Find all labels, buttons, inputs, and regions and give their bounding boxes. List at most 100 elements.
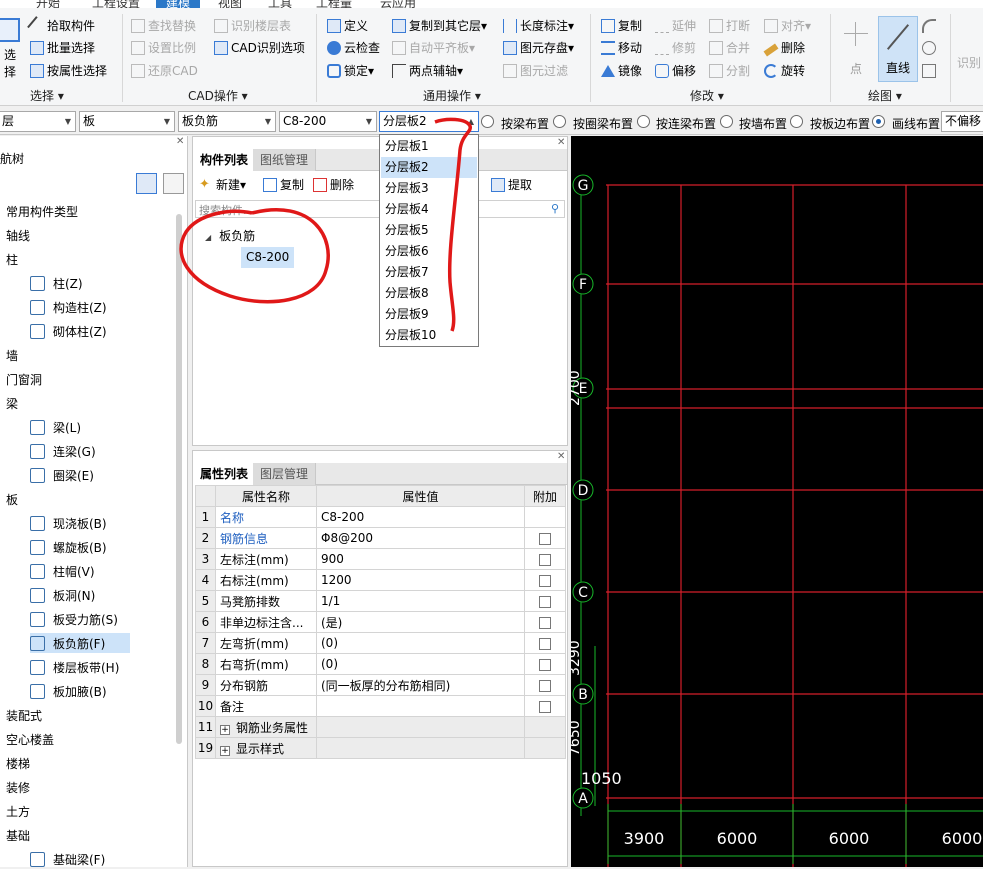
nav-item[interactable]: 圈梁(E) [30,465,130,485]
arc-draw-button[interactable] [922,16,939,36]
expand-icon[interactable]: + [220,745,230,756]
cad-drawing[interactable]: GFEDCBA3900 6000 6000 60002700765032901050 [571,136,983,867]
menu-view[interactable]: 视图 [218,0,242,8]
radio-by-slab-edge[interactable] [790,115,803,128]
table-row[interactable]: 10 备注 [195,695,566,717]
delete-component-button[interactable]: 删除 [313,175,354,195]
auto-level-slab-button[interactable]: 自动平齐板 ▾ [392,38,475,58]
rectangle-draw-button[interactable] [922,61,939,81]
drawing-canvas[interactable]: G F E D C B A 3900 6000 6000 6000 2700 7650 3290 1050 [571,136,983,867]
element-save-button[interactable]: 图元存盘 ▾ [503,38,574,58]
close-icon[interactable]: ✕ [557,137,565,148]
offset-button[interactable]: 偏移 [655,61,696,81]
property-value[interactable]: (同一板厚的分布筋相同) [316,674,525,696]
radio-by-beam[interactable] [481,115,494,128]
menu-start[interactable]: 开始 [36,0,60,8]
extra-checkbox[interactable] [539,595,551,608]
property-value[interactable]: (0) [316,653,525,675]
extra-checkbox[interactable] [539,532,551,545]
property-value[interactable]: (是) [316,611,525,633]
menu-modeling[interactable]: 建模 [156,0,201,8]
menu-quantity[interactable]: 工程量 [316,0,352,8]
new-component-button[interactable]: ✦ 新建 ▾ [199,175,246,195]
select-big-button[interactable]: 选择 [0,18,20,79]
tree-node-c8-200[interactable]: C8-200 [241,247,295,268]
table-row[interactable]: 2 钢筋信息 Φ8@200 [195,527,566,549]
lock-button[interactable]: 锁定 ▾ [327,61,374,81]
table-row[interactable]: 4 右标注(mm) 1200 [195,569,566,591]
expand-icon[interactable]: + [220,724,230,735]
menu-cloud[interactable]: 云应用 [380,0,416,8]
list-view-icon[interactable] [136,173,157,194]
table-row[interactable]: 11 + 钢筋业务属性 [195,716,566,738]
find-replace-button[interactable]: 查找替换 [131,16,196,36]
delete-button[interactable]: 删除 [763,38,805,58]
nav-category[interactable]: 装修 [6,779,30,796]
extend-button[interactable]: 延伸 [655,16,696,36]
radio-by-ring-beam[interactable] [553,115,566,128]
menu-tools[interactable]: 工具 [268,0,292,8]
recognize-floor-table-button[interactable]: 识别楼层表 [214,16,291,36]
nav-category[interactable]: 楼梯 [6,755,30,772]
dropdown-option[interactable]: 分层板1 [381,136,477,157]
floor-combo[interactable]: 层 ▼ [0,111,76,132]
extra-checkbox[interactable] [539,574,551,587]
property-value[interactable]: (0) [316,632,525,654]
table-row[interactable]: 9 分布钢筋 (同一板厚的分布筋相同) [195,674,566,696]
collapse-icon[interactable]: ◢ [205,233,211,242]
set-scale-button[interactable]: 设置比例 [131,38,196,58]
length-dimension-button[interactable]: 长度标注 ▾ [503,16,574,36]
table-row[interactable]: 8 右弯折(mm) (0) [195,653,566,675]
rotate-button[interactable]: 旋转 [764,61,805,81]
extra-checkbox[interactable] [539,658,551,671]
dropdown-option[interactable]: 分层板8 [381,283,477,304]
table-row[interactable]: 7 左弯折(mm) (0) [195,632,566,654]
two-point-aux-axis-button[interactable]: 两点辅轴 ▾ [392,61,463,81]
dropdown-option[interactable]: 分层板9 [381,304,477,325]
nav-category[interactable]: 轴线 [6,227,30,244]
copy-component-button[interactable]: 复制 [263,175,304,195]
table-row[interactable]: 6 非单边标注含... (是) [195,611,566,633]
nav-item[interactable]: 柱帽(V) [30,561,130,581]
trim-button[interactable]: 修剪 [655,38,696,58]
circle-draw-button[interactable] [922,38,939,58]
tab-property-list[interactable]: 属性列表 [193,463,257,485]
split-button[interactable]: 分割 [709,61,750,81]
nav-category[interactable]: 板 [6,491,18,508]
radio-draw-line[interactable] [872,115,885,128]
cloud-check-button[interactable]: 云检查 [327,38,380,58]
card-view-icon[interactable] [163,173,184,194]
extra-checkbox[interactable] [539,679,551,692]
type-combo[interactable]: 板负筋 ▼ [178,111,276,132]
property-value[interactable]: 900 [316,548,525,570]
menu-project-settings[interactable]: 工程设置 [92,0,140,8]
tab-component-list[interactable]: 构件列表 [193,149,257,171]
nav-item[interactable]: 构造柱(Z) [30,297,130,317]
close-icon[interactable]: ✕ [176,136,184,147]
nav-item[interactable]: 砌体柱(Z) [30,321,130,341]
extra-checkbox[interactable] [539,637,551,650]
tree-node-slab-negative-rebar[interactable]: ◢ 板负筋 [205,227,255,244]
dropdown-option[interactable]: 分层板5 [381,220,477,241]
nav-category[interactable]: 土方 [6,803,30,820]
copy-to-other-floor-button[interactable]: 复制到其它层 ▾ [392,16,487,36]
search-icon[interactable]: ⚲ [551,202,559,215]
nav-category[interactable]: 空心楼盖 [6,731,54,748]
table-row[interactable]: 1 名称 C8-200 [195,506,566,528]
dropdown-option[interactable]: 分层板2 [381,157,477,178]
cad-recognize-options-button[interactable]: CAD识别选项 [214,38,305,58]
nav-category[interactable]: 柱 [6,251,18,268]
nav-item[interactable]: 板加腋(B) [30,681,130,701]
property-value[interactable]: Φ8@200 [316,527,525,549]
dropdown-option[interactable]: 分层板4 [381,199,477,220]
merge-button[interactable]: 合并 [709,38,750,58]
nav-category[interactable]: 常用构件类型 [6,203,78,220]
nav-item[interactable]: 柱(Z) [30,273,130,293]
nav-category[interactable]: 门窗洞 [6,371,42,388]
nav-item[interactable]: 梁(L) [30,417,130,437]
table-row[interactable]: 3 左标注(mm) 900 [195,548,566,570]
move-button[interactable]: 移动 [601,38,642,58]
nav-category[interactable]: 基础 [6,827,30,844]
line-draw-button[interactable]: 直线 [878,16,918,82]
define-button[interactable]: 定义 [327,16,368,36]
